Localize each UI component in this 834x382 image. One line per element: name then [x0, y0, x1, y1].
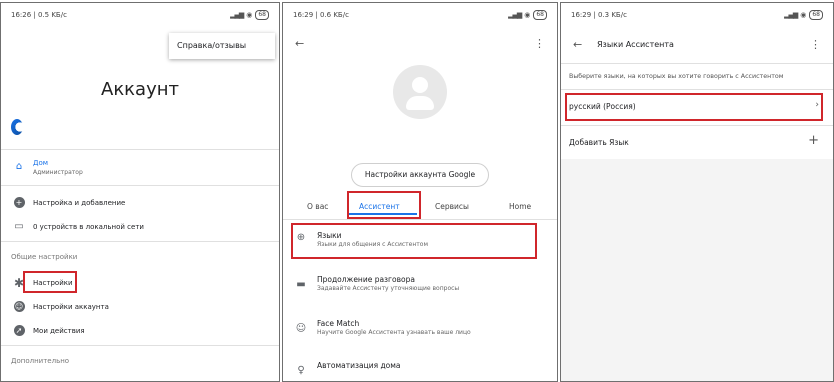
face-icon: ☺ — [295, 323, 307, 334]
wifi-icon: ◉ — [800, 11, 807, 19]
highlight-box-language — [565, 93, 823, 121]
home-role: Администратор — [33, 169, 83, 176]
tab-about[interactable]: О вас — [307, 202, 328, 211]
person-head-icon — [412, 77, 428, 93]
account-screen: 16:26 | 0.5 KБ/с ▂▄▆ ◉ 68 Справка/отзывы… — [0, 2, 280, 382]
setup-item[interactable]: + Настройка и добавление — [1, 193, 279, 213]
wifi-icon: ◉ — [246, 11, 253, 19]
back-arrow-icon[interactable]: ← — [295, 37, 304, 50]
status-time: 16:26 | 0.5 KБ/с — [11, 11, 67, 19]
divider — [561, 125, 833, 126]
continued-conversation-sub: Задавайте Ассистенту уточняющие вопросы — [317, 285, 460, 292]
section-more-header: Дополнительно — [11, 357, 70, 365]
back-arrow-icon[interactable]: ← — [573, 38, 582, 51]
more-vert-icon[interactable]: ⋮ — [534, 37, 545, 50]
setup-label: Настройка и добавление — [33, 199, 126, 207]
add-circle-icon: + — [13, 197, 25, 209]
status-time: 16:29 | 0.6 KБ/с — [293, 11, 349, 19]
home-automation-item[interactable]: ♀ Автоматизация дома — [283, 357, 557, 381]
google-home-logo-icon — [11, 119, 23, 135]
home-automation-label: Автоматизация дома — [317, 361, 401, 370]
plus-icon[interactable]: + — [808, 133, 819, 148]
lightbulb-icon: ♀ — [297, 365, 305, 376]
status-bar: 16:29 | 0.3 KБ/с ▂▄▆ ◉ 68 — [571, 10, 823, 23]
menu-item-help-feedback[interactable]: Справка/отзывы — [177, 41, 246, 50]
overflow-menu-popup: Справка/отзывы — [169, 33, 275, 59]
manage-google-account-button[interactable]: Настройки аккаунта Google — [351, 163, 489, 187]
person-body-icon — [406, 96, 434, 110]
cast-device-icon: ▭ — [14, 221, 24, 232]
face-match-sub: Научите Google Ассистента узнавать ваше … — [317, 329, 471, 336]
tab-services[interactable]: Сервисы — [435, 202, 469, 211]
highlight-box-assistant-tab — [347, 191, 421, 219]
divider — [561, 89, 833, 90]
content-background — [561, 3, 833, 159]
avatar — [393, 65, 447, 119]
assistant-languages-screen: 16:29 | 0.3 KБ/с ▂▄▆ ◉ 68 ← Языки Ассист… — [560, 2, 834, 382]
signal-icon: ▂▄▆ — [230, 11, 244, 19]
divider — [1, 345, 279, 346]
account-settings-label: Настройки аккаунта — [33, 303, 109, 311]
continued-conversation-label: Продолжение разговора — [317, 275, 415, 284]
tab-home[interactable]: Home — [509, 202, 531, 211]
more-vert-icon[interactable]: ⋮ — [810, 38, 821, 51]
account-icon: ☺ — [13, 301, 25, 312]
home-item[interactable]: ⌂ Дом Администратор — [1, 155, 279, 181]
divider — [1, 241, 279, 242]
status-bar: 16:26 | 0.5 KБ/с ▂▄▆ ◉ 68 — [11, 10, 269, 23]
account-settings-item[interactable]: ☺ Настройки аккаунта — [1, 297, 279, 317]
highlight-box-settings — [23, 271, 77, 293]
page-title: Языки Ассистента — [597, 40, 674, 49]
highlight-box-languages — [291, 223, 537, 259]
face-match-label: Face Match — [317, 319, 360, 328]
wifi-icon: ◉ — [524, 11, 531, 19]
status-bar: 16:29 | 0.6 KБ/с ▂▄▆ ◉ 68 — [293, 10, 547, 23]
devices-item[interactable]: ▭ 0 устройств в локальной сети — [1, 217, 279, 237]
home-icon: ⌂ — [15, 161, 23, 172]
chat-icon: ▬ — [296, 279, 306, 290]
battery-indicator: 68 — [533, 10, 547, 20]
assistant-settings-screen: 16:29 | 0.6 KБ/с ▂▄▆ ◉ 68 ← ⋮ Настройки … — [282, 2, 558, 382]
battery-indicator: 68 — [255, 10, 269, 20]
continued-conversation-item[interactable]: ▬ Продолжение разговора Задавайте Ассист… — [283, 271, 557, 301]
face-match-item[interactable]: ☺ Face Match Научите Google Ассистента у… — [283, 315, 557, 345]
divider — [1, 149, 279, 150]
signal-icon: ▂▄▆ — [508, 11, 522, 19]
section-general-header: Общие настройки — [11, 253, 78, 261]
languages-description: Выберите языки, на которых вы хотите гов… — [569, 73, 784, 80]
page-title: Аккаунт — [101, 79, 179, 100]
home-label: Дом — [33, 159, 49, 167]
divider — [283, 219, 557, 220]
divider — [1, 185, 279, 186]
divider — [561, 63, 833, 64]
status-time: 16:29 | 0.3 KБ/с — [571, 11, 627, 19]
devices-label: 0 устройств в локальной сети — [33, 223, 144, 231]
add-language-button[interactable]: Добавить Язык — [569, 138, 629, 147]
activity-label: Мои действия — [33, 327, 85, 335]
activity-item[interactable]: ➚ Мои действия — [1, 321, 279, 341]
battery-indicator: 68 — [809, 10, 823, 20]
compass-icon: ➚ — [13, 325, 25, 337]
signal-icon: ▂▄▆ — [784, 11, 798, 19]
